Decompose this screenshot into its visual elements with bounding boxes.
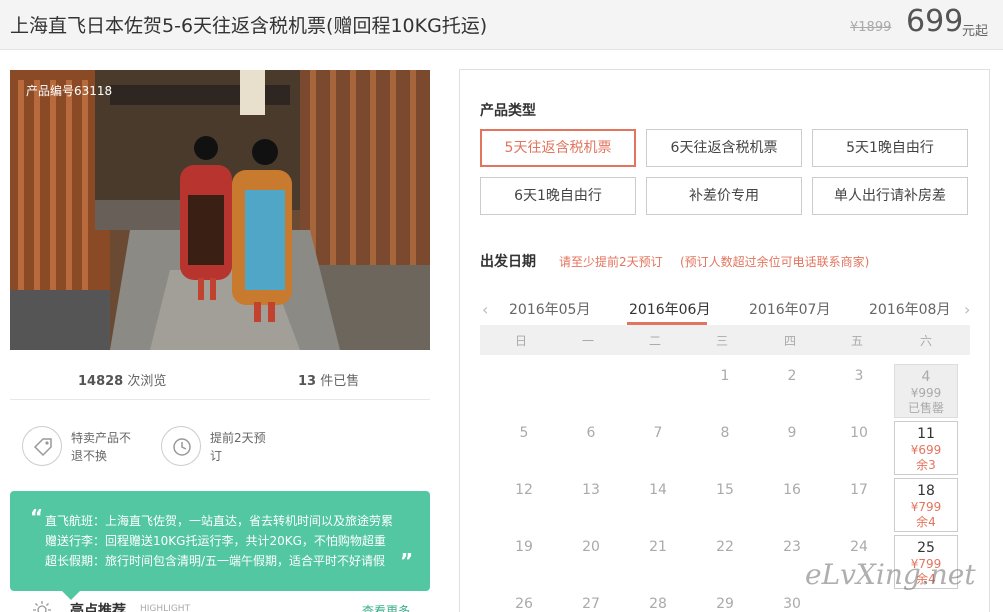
promo-line: 直飞航班：上海直飞佐贺，一站直达，省去转机时间以及旅途劳累 — [45, 514, 394, 528]
calendar-cell-available[interactable]: 18 ¥799 余4 — [894, 478, 958, 532]
calendar-day: 27 — [582, 596, 600, 612]
month-tab-august[interactable]: 2016年08月 — [869, 299, 950, 319]
weekday-wed: 三 — [715, 334, 728, 348]
weekday-sun: 日 — [514, 334, 527, 348]
product-code: 产品编号63118 — [26, 84, 113, 98]
calendar-day: 9 — [787, 425, 797, 441]
calendar-day: 6 — [586, 425, 596, 441]
weekday-fri: 五 — [850, 334, 863, 348]
calendar-day: 14 — [649, 482, 667, 498]
calendar-day: 7 — [653, 425, 663, 441]
calendar-day: 5 — [519, 425, 529, 441]
product-title: 上海直飞日本佐贺5-6天往返含税机票(赠回程10KG托运) — [10, 15, 488, 37]
calendar-day: 3 — [854, 368, 864, 384]
original-price: ¥1899 — [850, 20, 892, 35]
calendar-day: 30 — [783, 596, 801, 612]
month-tab-july[interactable]: 2016年07月 — [749, 299, 830, 319]
type-option-5day-ticket[interactable]: 5天往返含税机票 — [480, 129, 636, 167]
calendar-cell-available[interactable]: 11 ¥699 余3 — [894, 421, 958, 475]
type-option-5day-freetour[interactable]: 5天1晚自由行 — [812, 129, 968, 167]
weekday-sat: 六 — [919, 334, 932, 348]
feature-text: 特卖产品不退不换 — [71, 431, 132, 463]
calendar-day: 15 — [716, 482, 734, 498]
cell-day: 25 — [917, 540, 935, 556]
views-label: 次浏览 — [127, 374, 167, 389]
views-stat: 14828 次浏览 — [78, 370, 166, 389]
month-tab-may[interactable]: 2016年05月 — [509, 299, 590, 319]
calendar-day: 23 — [783, 539, 801, 555]
calendar-day: 16 — [783, 482, 801, 498]
calendar-day: 24 — [850, 539, 868, 555]
sun-icon — [33, 601, 51, 612]
calendar-day: 20 — [582, 539, 600, 555]
views-count: 14828 — [78, 374, 124, 389]
price-unit: 元起 — [962, 24, 989, 39]
type-option-single-supplement[interactable]: 单人出行请补房差 — [812, 177, 968, 215]
cell-day: 18 — [917, 483, 935, 499]
calendar-day: 22 — [716, 539, 734, 555]
calendar-day: 17 — [850, 482, 868, 498]
cell-day: 11 — [917, 426, 935, 442]
contact-merchant-note: (预订人数超过余位可电话联系商家) — [680, 255, 870, 269]
advance-booking-note: 请至少提前2天预订 — [559, 255, 663, 269]
calendar-day: 2 — [787, 368, 797, 384]
cell-price: ¥699 — [910, 443, 942, 457]
kyoto-street-image — [10, 70, 430, 350]
calendar-day: 8 — [720, 425, 730, 441]
product-photo[interactable]: 产品编号63118 — [10, 70, 430, 350]
calendar-day: 12 — [515, 482, 533, 498]
cell-price: ¥999 — [910, 386, 942, 400]
promo-line: 超长假期：旅行时间包含清明/五一端午假期，适合平时不好请假 — [45, 554, 386, 568]
cell-remaining: 余3 — [916, 458, 936, 472]
cell-day: 4 — [921, 369, 931, 385]
product-type-label: 产品类型 — [480, 103, 536, 119]
history-clock-icon — [161, 426, 201, 466]
cell-price: ¥799 — [910, 500, 942, 514]
type-option-6day-freetour[interactable]: 6天1晚自由行 — [480, 177, 636, 215]
weekday-header: 日 一 二 三 四 五 六 — [480, 325, 970, 355]
departure-date-label: 出发日期 — [480, 254, 536, 270]
calendar-day: 1 — [720, 368, 730, 384]
sold-label: 件已售 — [320, 374, 360, 389]
highlights-title: 亮点推荐 — [70, 603, 126, 612]
calendar-day: 26 — [515, 596, 533, 612]
quote-close-icon: ” — [400, 549, 414, 573]
calendar-cell-soldout: 4 ¥999 已售罄 — [894, 364, 958, 418]
cell-remaining: 余4 — [916, 515, 936, 529]
highlights-header: 亮点推荐 HIGHLIGHT 查看更多 — [10, 598, 430, 612]
type-option-6day-ticket[interactable]: 6天往返含税机票 — [646, 129, 802, 167]
weekday-mon: 一 — [581, 334, 594, 348]
booking-panel: 产品类型 5天往返含税机票 6天往返含税机票 5天1晚自由行 6天1晚自由行 补… — [459, 69, 990, 612]
sold-stat: 13 件已售 — [298, 370, 359, 389]
promo-line: 赠送行李：回程赠送10KG托运行李，共计20KG，不怕购物超重 — [45, 534, 386, 548]
quote-open-icon: “ — [30, 505, 44, 529]
calendar-day: 10 — [850, 425, 868, 441]
cell-remaining: 已售罄 — [907, 401, 944, 415]
prev-month-icon[interactable]: ‹ — [482, 300, 488, 319]
promo-lines: 直飞航班：上海直飞佐贺，一站直达，省去转机时间以及旅途劳累 赠送行李：回程赠送1… — [45, 511, 393, 571]
product-stats: 14828 次浏览 13 件已售 — [10, 358, 430, 400]
calendar-day: 29 — [716, 596, 734, 612]
view-more-link[interactable]: 查看更多 — [362, 602, 410, 612]
calendar-day: 19 — [515, 539, 533, 555]
next-month-icon[interactable]: › — [964, 300, 970, 319]
type-option-price-diff[interactable]: 补差价专用 — [646, 177, 802, 215]
month-tab-june[interactable]: 2016年06月 — [629, 299, 710, 319]
calendar-day: 21 — [649, 539, 667, 555]
sold-count: 13 — [298, 374, 317, 389]
tag-icon — [22, 426, 62, 466]
weekday-thu: 四 — [783, 334, 796, 348]
site-watermark: eLvXing.net — [805, 558, 976, 591]
feature-text: 提前2天预订 — [210, 431, 266, 463]
weekday-tue: 二 — [648, 334, 661, 348]
calendar-day: 13 — [582, 482, 600, 498]
promo-highlights-box: “ 直飞航班：上海直飞佐贺，一站直达，省去转机时间以及旅途劳累 赠送行李：回程赠… — [10, 491, 430, 600]
calendar-day: 28 — [649, 596, 667, 612]
product-header: 上海直飞日本佐贺5-6天往返含税机票(赠回程10KG托运) ¥1899 699 … — [0, 0, 1003, 50]
highlights-subtitle: HIGHLIGHT — [140, 604, 191, 612]
current-price: 699 — [906, 4, 964, 39]
